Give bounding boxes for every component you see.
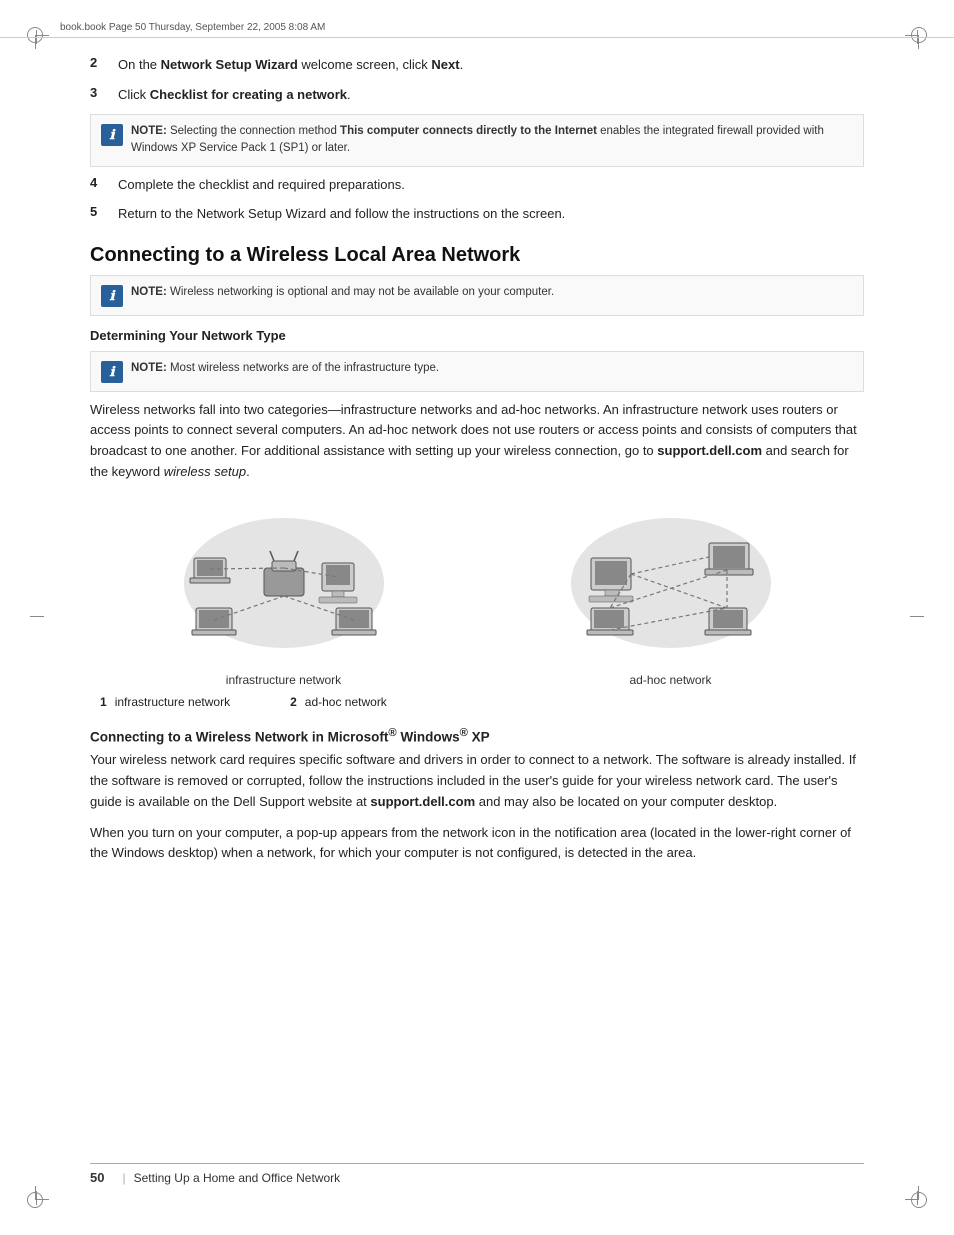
crosshair-l	[30, 616, 44, 617]
caption-1-text: infrastructure network	[115, 695, 230, 709]
step-4: 4 Complete the checklist and required pr…	[90, 175, 864, 195]
circle-bl	[27, 1192, 43, 1208]
footer-separator: |	[122, 1171, 125, 1185]
step-5-text: Return to the Network Setup Wizard and f…	[118, 204, 565, 224]
note-text-2: NOTE: Wireless networking is optional an…	[131, 284, 554, 301]
page: book.book Page 50 Thursday, September 22…	[0, 0, 954, 1235]
step-4-text: Complete the checklist and required prep…	[118, 175, 405, 195]
step-3: 3 Click Checklist for creating a network…	[90, 85, 864, 105]
caption-row: 1 infrastructure network 2 ad-hoc networ…	[100, 695, 864, 709]
infrastructure-svg	[174, 503, 394, 663]
infrastructure-diagram: infrastructure network	[174, 503, 394, 687]
step-2-text: On the Network Setup Wizard welcome scre…	[118, 55, 463, 75]
note-box-3: ℹ NOTE: Most wireless networks are of th…	[90, 351, 864, 392]
caption-2: 2 ad-hoc network	[290, 695, 387, 709]
body-text-1: Wireless networks fall into two categori…	[90, 400, 864, 483]
header-text: book.book Page 50 Thursday, September 22…	[60, 22, 325, 33]
caption-1-num: 1	[100, 695, 107, 709]
step-4-num: 4	[90, 175, 114, 190]
step-2: 2 On the Network Setup Wizard welcome sc…	[90, 55, 864, 75]
infrastructure-label: infrastructure network	[226, 673, 341, 687]
section-heading: Connecting to a Wireless Local Area Netw…	[90, 244, 864, 267]
crosshair-r	[910, 616, 924, 617]
circle-br	[911, 1192, 927, 1208]
note-box-1: ℹ NOTE: Selecting the connection method …	[90, 114, 864, 167]
note-icon-1: ℹ	[101, 124, 123, 146]
subsection-heading-2: Connecting to a Wireless Network in Micr…	[90, 727, 864, 745]
caption-2-text: ad-hoc network	[305, 695, 387, 709]
note-text-1: NOTE: Selecting the connection method Th…	[131, 123, 853, 158]
body-text-3: When you turn on your computer, a pop-up…	[90, 823, 864, 865]
main-content: 2 On the Network Setup Wizard welcome sc…	[90, 55, 864, 874]
adhoc-label: ad-hoc network	[629, 673, 711, 687]
footer-text: Setting Up a Home and Office Network	[134, 1171, 341, 1185]
step-5-num: 5	[90, 204, 114, 219]
footer: 50 | Setting Up a Home and Office Networ…	[90, 1163, 864, 1185]
subsection-heading-1: Determining Your Network Type	[90, 328, 864, 343]
step-5: 5 Return to the Network Setup Wizard and…	[90, 204, 864, 224]
note-icon-3: ℹ	[101, 361, 123, 383]
caption-2-num: 2	[290, 695, 297, 709]
adhoc-diagram: ad-hoc network	[561, 503, 781, 687]
caption-1: 1 infrastructure network	[100, 695, 230, 709]
step-3-text: Click Checklist for creating a network.	[118, 85, 351, 105]
header-bar: book.book Page 50 Thursday, September 22…	[0, 18, 954, 38]
note-text-3: NOTE: Most wireless networks are of the …	[131, 360, 439, 377]
step-3-num: 3	[90, 85, 114, 100]
adhoc-svg	[561, 503, 781, 663]
note-icon-2: ℹ	[101, 285, 123, 307]
diagrams-row: infrastructure network	[90, 503, 864, 687]
note-box-2: ℹ NOTE: Wireless networking is optional …	[90, 275, 864, 316]
body-text-2: Your wireless network card requires spec…	[90, 750, 864, 812]
footer-page-num: 50	[90, 1170, 104, 1185]
step-2-num: 2	[90, 55, 114, 70]
